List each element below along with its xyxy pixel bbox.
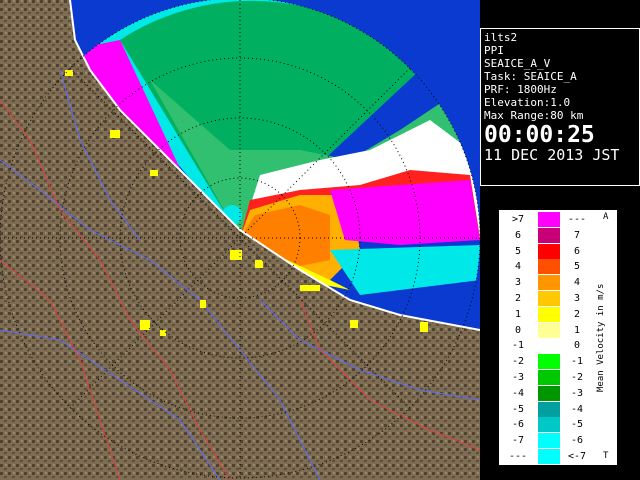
radar-map[interactable]: [0, 0, 480, 480]
legend-color-swatch: [538, 385, 560, 401]
legend-row-low: -3: [511, 372, 525, 383]
legend-row-high: 1: [573, 324, 581, 336]
legend-row-low: -2: [511, 356, 525, 368]
legend-row-high: -2: [570, 372, 584, 383]
legend-color-swatch: [538, 306, 560, 322]
legend-row-high: 3: [573, 293, 581, 304]
legend-row-high: -5: [570, 419, 584, 431]
legend-row-low: -1: [511, 340, 525, 352]
legend-row-high: ---: [567, 214, 587, 225]
legend-row-high: 6: [573, 245, 581, 257]
legend-color-swatch: [538, 417, 560, 433]
legend-color-swatch: [538, 449, 560, 464]
prf-value: PRF: 1800Hz: [484, 83, 557, 96]
legend-row-low: 6: [514, 229, 522, 241]
legend-row-high: 5: [573, 261, 581, 273]
legend-color-swatch: [538, 354, 560, 370]
scan-mode: PPI: [484, 44, 504, 57]
legend-row-high: 4: [573, 277, 581, 289]
legend-color-swatch: [538, 212, 560, 227]
elevation-value: Elevation:1.0: [484, 96, 571, 109]
legend-row-high: 7: [573, 229, 581, 241]
legend-color-swatch: [538, 291, 560, 306]
legend-row-low: -7: [511, 435, 525, 447]
legend-row-low: >7: [511, 214, 525, 225]
legend-color-swatch: [538, 433, 560, 449]
legend-row-low: 4: [514, 261, 522, 273]
legend-row-low: 2: [514, 293, 522, 304]
legend-color-swatch: [538, 227, 560, 243]
legend-row-high: 2: [573, 308, 581, 320]
legend-row-low: -5: [511, 403, 525, 415]
scan-time: 00:00:25: [484, 122, 595, 148]
legend-row-low: 5: [514, 245, 522, 257]
radar-name: ilts2: [484, 31, 518, 44]
legend-row-high: 0: [573, 340, 581, 352]
legend-row-high: -1: [570, 356, 584, 368]
legend-color-swatch: [538, 275, 560, 291]
legend-row-high: -4: [570, 403, 584, 415]
legend-color-swatch: [538, 322, 560, 338]
legend-top-mark: A: [603, 212, 609, 222]
legend-color-swatch: [538, 401, 560, 417]
legend-row-high: <-7: [567, 451, 587, 462]
scan-date: 11 DEC 2013 JST: [484, 146, 620, 164]
legend-row-low: 1: [514, 308, 522, 320]
legend-row-low: -6: [511, 419, 525, 431]
legend-row-low: 0: [514, 324, 522, 336]
task-name: Task: SEAICE_A: [484, 70, 577, 83]
product-name: SEAICE_A_V: [484, 57, 551, 70]
legend-color-swatch: [538, 370, 560, 385]
legend-row-high: -3: [570, 387, 584, 399]
radar-info-panel: ilts2 PPI SEAICE_A_V Task: SEAICE_A PRF:…: [480, 28, 640, 186]
velocity-legend: >7 --- 6 7 5 6 4 5 3 4 2 3 1 2 0 1 -1 0 -2 -1 -3 -2 -4 -3 -5 -4 -6…: [499, 210, 617, 465]
legend-row-low: 3: [514, 277, 522, 289]
legend-row-high: -6: [570, 435, 584, 447]
legend-row-low: ---: [508, 451, 528, 462]
legend-row-low: -4: [511, 387, 525, 399]
legend-color-swatch: [538, 243, 560, 259]
legend-bottom-mark: T: [603, 451, 609, 461]
legend-title: Mean Velocity in m/s: [596, 283, 606, 392]
legend-color-swatch: [538, 338, 560, 354]
legend-color-swatch: [538, 259, 560, 275]
max-range-value: Max Range:80 km: [484, 109, 584, 122]
